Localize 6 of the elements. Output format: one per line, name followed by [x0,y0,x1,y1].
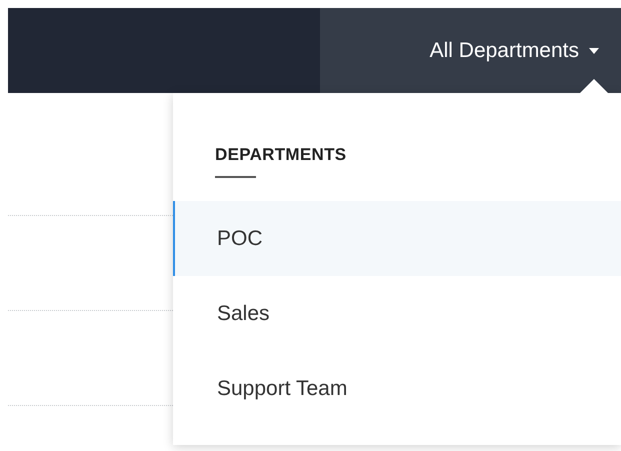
menu-item[interactable]: Support Team [173,351,621,426]
department-dropdown[interactable]: All Departments [320,8,621,93]
menu-item[interactable]: POC [173,201,621,276]
menu-heading: DEPARTMENTS [215,145,346,165]
caret-icon [589,48,599,54]
menu-item[interactable]: Sales [173,276,621,351]
